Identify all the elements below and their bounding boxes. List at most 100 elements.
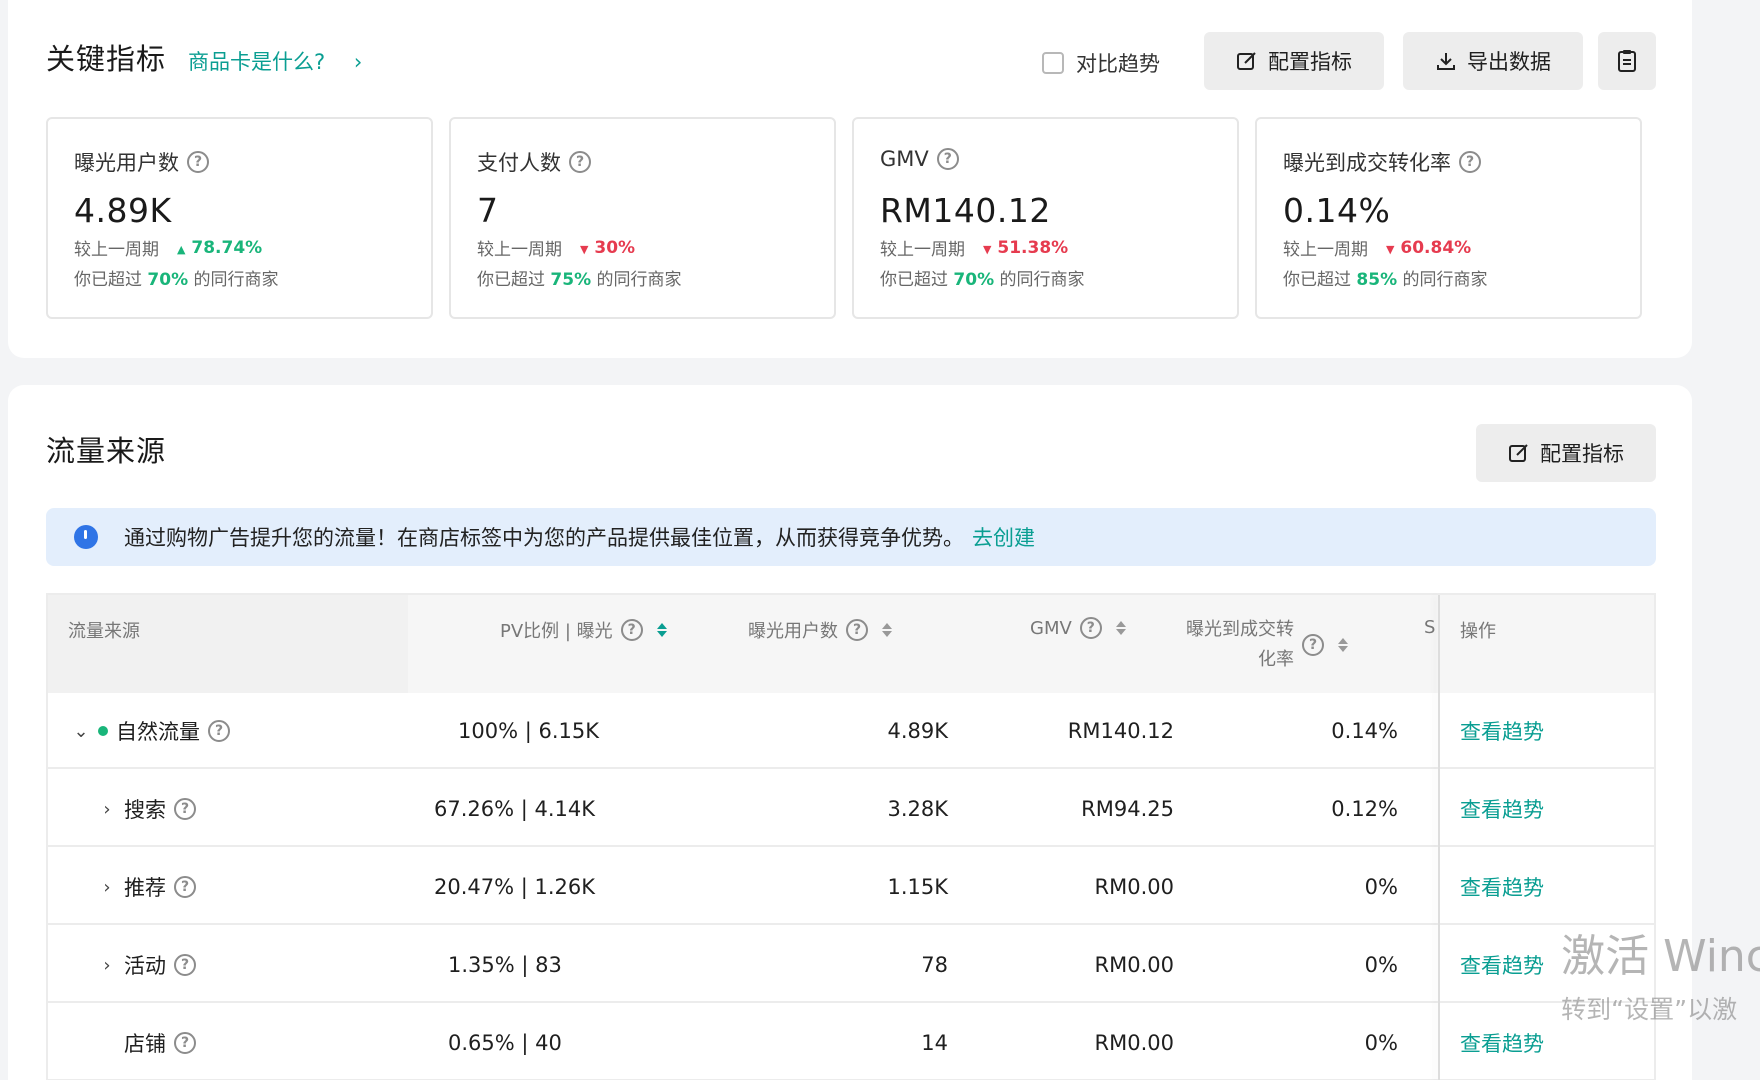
trend-change-value: 60.84% [1400, 237, 1472, 258]
metric-card-exposure-users: 曝光用户数 ? 4.89K 较上一周期 ▲ 78.74% 你已超过 70% 的同… [46, 117, 433, 319]
metric-title: 曝光到成交转化率 ? [1283, 147, 1481, 177]
table-row: 店铺 ? 0.65% | 40 14 RM0.00 0% 查看趋势 [48, 1005, 1654, 1080]
metric-title-label: 曝光用户数 [74, 151, 179, 175]
sort-icon[interactable] [656, 623, 667, 637]
sort-icon[interactable] [1338, 638, 1348, 652]
users-cell: 78 [921, 953, 948, 977]
chevron-right-icon[interactable]: › [98, 799, 116, 820]
help-link-label[interactable]: 商品卡是什么? [188, 50, 325, 74]
compare-label: 较上一周期 [74, 240, 159, 260]
view-trend-link[interactable]: 查看趋势 [1460, 693, 1544, 769]
table-row: › 推荐 ? 20.47% | 1.26K 1.15K RM0.00 0% 查看… [48, 849, 1654, 925]
trend-down-icon: ▼ [1386, 242, 1395, 256]
help-icon[interactable]: ? [174, 798, 196, 820]
export-data-button[interactable]: 导出数据 [1403, 32, 1583, 90]
table-row: › 活动 ? 1.35% | 83 78 RM0.00 0% 查看趋势 [48, 927, 1654, 1003]
ads-promo-banner: 通过购物广告提升您的流量！在商店标签中为您的产品提供最佳位置，从而获得竞争优势。… [46, 508, 1656, 566]
header-operation: 操作 [1460, 621, 1496, 642]
chevron-right-icon[interactable]: › [98, 877, 116, 898]
help-icon[interactable]: ? [1079, 617, 1102, 639]
compare-trend-checkbox[interactable] [1042, 52, 1064, 74]
table-row: ⌄ 自然流量 ? 100% | 6.15K 4.89K RM140.12 0.1… [48, 693, 1654, 769]
conversion-cell: 0% [1364, 1031, 1398, 1055]
help-icon[interactable]: ? [569, 151, 591, 173]
chevron-down-icon[interactable]: ⌄ [72, 721, 90, 742]
key-metrics-title: 关键指标 [46, 42, 167, 76]
source-name-cell: › 搜索 ? [98, 771, 196, 847]
banner-create-link[interactable]: 去创建 [972, 522, 1035, 552]
help-link[interactable]: 商品卡是什么? › [188, 46, 362, 76]
metric-value: 0.14% [1283, 191, 1391, 230]
metric-rank: 你已超过 85% 的同行商家 [1283, 265, 1488, 290]
pv-cell: 67.26% | 4.14K [434, 797, 596, 821]
traffic-config-metrics-button[interactable]: 配置指标 [1476, 424, 1656, 482]
sticky-column-divider [1438, 595, 1440, 1080]
header-conversion[interactable]: 曝光到成交转 化率 ? [1186, 615, 1348, 675]
view-trend-link[interactable]: 查看趋势 [1460, 927, 1544, 1003]
sort-icon[interactable] [882, 623, 892, 637]
conversion-cell: 0% [1364, 953, 1398, 977]
trend-change-value: 51.38% [997, 237, 1069, 258]
edit-icon [1237, 52, 1256, 70]
download-icon [1437, 53, 1455, 70]
view-trend-link[interactable]: 查看趋势 [1460, 1005, 1544, 1080]
status-dot [98, 726, 108, 736]
metric-compare: 较上一周期 ▼ 30% [477, 235, 635, 261]
rank-prefix: 你已超过 [477, 270, 545, 290]
pv-cell: 100% | 6.15K [458, 719, 599, 743]
source-name-cell: › 活动 ? [98, 927, 196, 1003]
source-name: 推荐 [124, 876, 166, 900]
help-icon[interactable]: ? [936, 148, 959, 170]
help-icon[interactable]: ? [187, 151, 209, 173]
help-icon[interactable]: ? [1302, 634, 1324, 656]
metric-rank: 你已超过 70% 的同行商家 [880, 265, 1085, 290]
conversion-cell: 0% [1364, 875, 1398, 899]
header-exposure-users[interactable]: 曝光用户数 ? [748, 617, 892, 643]
view-trend-link[interactable]: 查看趋势 [1460, 849, 1544, 925]
conversion-cell: 0.12% [1331, 797, 1398, 821]
clipboard-button[interactable] [1598, 32, 1656, 90]
header-pv-label: PV比例 | 曝光 [500, 621, 613, 642]
metric-title: 支付人数 ? [477, 147, 591, 177]
rank-suffix: 的同行商家 [193, 270, 279, 290]
traffic-source-table: 流量来源 PV比例 | 曝光 ? 曝光用户数 ? GMV ? 曝光到成交转 化率… [46, 593, 1656, 1080]
header-pv[interactable]: PV比例 | 曝光 ? [500, 617, 667, 643]
table-header: 流量来源 PV比例 | 曝光 ? 曝光用户数 ? GMV ? 曝光到成交转 化率… [48, 595, 1654, 693]
metric-card-conversion-rate: 曝光到成交转化率 ? 0.14% 较上一周期 ▼ 60.84% 你已超过 85%… [1255, 117, 1642, 319]
compare-label: 较上一周期 [477, 240, 562, 260]
windows-activation-watermark: 激活 Winc 转到“设置”以激 [1561, 920, 1760, 1026]
export-data-label: 导出数据 [1467, 50, 1551, 74]
help-icon[interactable]: ? [620, 619, 643, 641]
header-clipped: S [1424, 617, 1436, 638]
help-icon[interactable]: ? [174, 1032, 196, 1054]
trend-change: ▲ 78.74% [177, 238, 262, 258]
chevron-right-icon: › [353, 50, 363, 74]
metric-compare: 较上一周期 ▲ 78.74% [74, 235, 262, 261]
header-source: 流量来源 [68, 621, 140, 642]
compare-trend-toggle[interactable]: 对比趋势 [1042, 48, 1160, 78]
users-cell: 4.89K [887, 719, 948, 743]
sort-icon[interactable] [1115, 621, 1126, 635]
traffic-source-title: 流量来源 [46, 434, 167, 468]
help-icon[interactable]: ? [174, 876, 196, 898]
help-icon[interactable]: ? [846, 619, 868, 641]
gmv-cell: RM140.12 [1067, 719, 1174, 743]
view-trend-link[interactable]: 查看趋势 [1460, 771, 1544, 847]
watermark-line2: 转到“设置”以激 [1561, 995, 1738, 1024]
pv-cell: 0.65% | 40 [448, 1031, 562, 1055]
chevron-right-icon[interactable]: › [98, 955, 116, 976]
header-gmv[interactable]: GMV ? [1030, 617, 1126, 639]
metric-title: 曝光用户数 ? [74, 147, 209, 177]
traffic-config-metrics-label: 配置指标 [1540, 442, 1624, 466]
trend-down-icon: ▼ [580, 242, 589, 256]
help-icon[interactable]: ? [174, 954, 196, 976]
gmv-cell: RM0.00 [1094, 953, 1174, 977]
source-name-cell: 店铺 ? [98, 1005, 196, 1080]
rank-percentage: 70% [953, 270, 995, 290]
metric-title-label: 曝光到成交转化率 [1283, 151, 1451, 175]
source-name-cell: › 推荐 ? [98, 849, 196, 925]
help-icon[interactable]: ? [208, 720, 230, 742]
rank-suffix: 的同行商家 [596, 270, 682, 290]
help-icon[interactable]: ? [1459, 151, 1481, 173]
config-metrics-button[interactable]: 配置指标 [1204, 32, 1384, 90]
